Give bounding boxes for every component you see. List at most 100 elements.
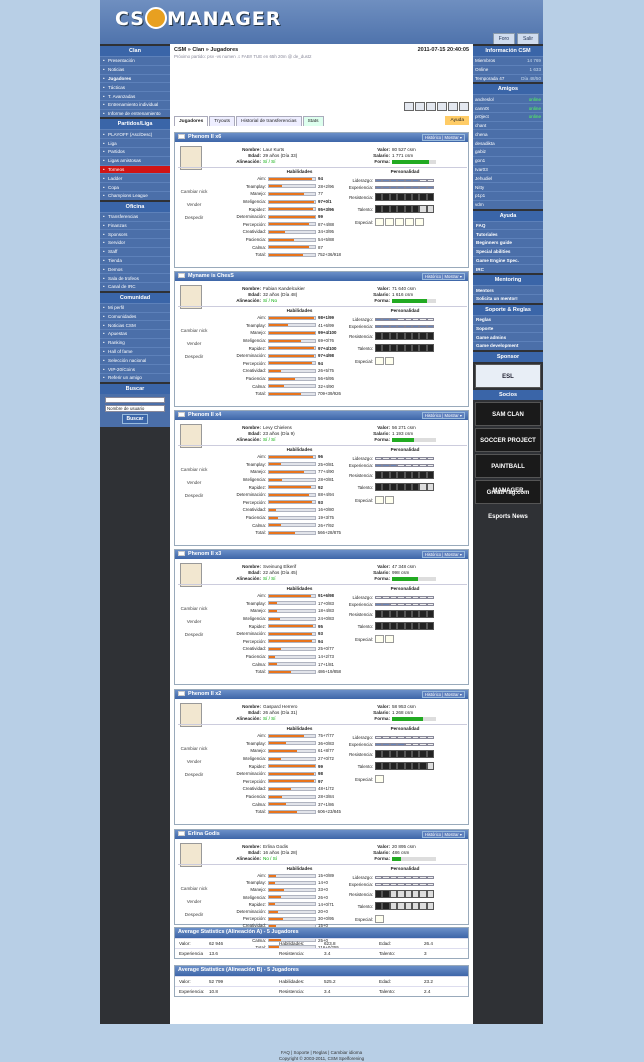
special-ability-icon[interactable] <box>375 635 384 643</box>
search-button[interactable]: Buscar <box>121 413 149 424</box>
action-vender[interactable]: Vender <box>177 759 211 766</box>
partner-banner[interactable]: PAINTBALL MANAGER <box>475 453 541 494</box>
nav-item-oficina[interactable]: Staff <box>100 246 170 256</box>
player-nick[interactable]: Phenom II x3 <box>188 551 221 557</box>
nav-item-partidos[interactable]: Partidos <box>100 147 170 156</box>
action-vender[interactable]: Vender <box>177 202 211 209</box>
link-soporte[interactable]: Reglas <box>473 314 543 324</box>
player-nick[interactable]: Myname is ChesS <box>188 273 234 279</box>
action-vender[interactable]: Vender <box>177 619 211 626</box>
link-soporte[interactable]: Game admins <box>473 332 543 342</box>
nav-item-comunidad[interactable]: Referir un amigo <box>100 373 170 382</box>
history-menu[interactable]: Histórico | Mostrar ▾ <box>421 691 465 698</box>
link-ayuda[interactable]: Special abilities <box>473 246 543 256</box>
nav-item-comunidad[interactable]: Mi perfil <box>100 302 170 312</box>
tab-historial[interactable]: Historial de transferencias <box>236 116 302 126</box>
tab-tryouts[interactable]: Tryouts <box>209 116 236 126</box>
grid-icon[interactable] <box>459 102 469 111</box>
special-ability-icon[interactable] <box>375 357 384 365</box>
nav-item-comunidad[interactable]: Hall of fame <box>100 346 170 356</box>
link-ayuda[interactable]: FAQ <box>473 220 543 230</box>
special-ability-icon[interactable] <box>385 496 394 504</box>
action-despedir[interactable]: Despedir <box>177 912 211 919</box>
special-ability-icon[interactable] <box>395 218 404 226</box>
history-menu[interactable]: Histórico | Mostrar ▾ <box>421 134 465 141</box>
action-vender[interactable]: Vender <box>177 480 211 487</box>
link-mentoring[interactable]: Mentors <box>473 285 543 294</box>
friend-item[interactable]: andreslol online <box>473 94 543 104</box>
nav-item-partidos[interactable]: Champions League <box>100 190 170 200</box>
nav-item-partidos[interactable]: Liga <box>100 138 170 148</box>
nav-item-partidos[interactable]: Torneos <box>100 164 170 174</box>
nav-item-comunidad[interactable]: Apuestas <box>100 329 170 338</box>
nav-item-clan[interactable]: Presentación <box>100 56 170 65</box>
link-mentoring[interactable]: Solicita un mentor! <box>473 293 543 303</box>
action-despedir[interactable]: Despedir <box>177 772 211 779</box>
special-ability-icon[interactable] <box>375 218 384 226</box>
friend-item[interactable]: Nitty <box>473 182 543 191</box>
special-ability-icon[interactable] <box>405 218 414 226</box>
action-cambiar[interactable]: Cambiar nick <box>177 467 211 474</box>
action-despedir[interactable]: Despedir <box>177 632 211 639</box>
player-nick[interactable]: Phenom II x6 <box>188 134 221 140</box>
special-ability-icon[interactable] <box>375 496 384 504</box>
next-match[interactable]: Próximo partido: psv -vs numen ♫ FAB!! T… <box>171 54 472 59</box>
action-despedir[interactable]: Despedir <box>177 493 211 500</box>
special-ability-icon[interactable] <box>385 635 394 643</box>
action-cambiar[interactable]: Cambiar nick <box>177 328 211 335</box>
action-cambiar[interactable]: Cambiar nick <box>177 606 211 613</box>
nav-item-comunidad[interactable]: Comunidades <box>100 311 170 321</box>
nav-item-partidos[interactable]: Ligas amistosas <box>100 155 170 165</box>
link-ayuda[interactable]: IRC <box>473 264 543 274</box>
camera-icon[interactable] <box>437 102 447 111</box>
ayuda-button[interactable]: Ayuda <box>445 116 469 125</box>
nav-item-oficina[interactable]: Canal de IRC <box>100 281 170 291</box>
mail-icon[interactable] <box>415 102 425 111</box>
link-ayuda[interactable]: Beginners guide <box>473 238 543 247</box>
search-input[interactable] <box>105 396 165 403</box>
sponsor-banner[interactable]: ESL <box>475 363 541 388</box>
nav-item-oficina[interactable]: Sponsors <box>100 229 170 239</box>
special-ability-icon[interactable] <box>415 218 424 226</box>
player-nick[interactable]: Phenom II x4 <box>188 412 221 418</box>
action-cambiar[interactable]: Cambiar nick <box>177 189 211 196</box>
action-vender[interactable]: Vender <box>177 899 211 906</box>
logo[interactable]: CS MANAGER <box>115 6 281 31</box>
action-despedir[interactable]: Despedir <box>177 215 211 222</box>
nav-item-comunidad[interactable]: VIP-20/Coins <box>100 364 170 373</box>
nav-item-partidos[interactable]: PLAYOFF (Asc/Desc) <box>100 129 170 139</box>
friend-item[interactable]: Jehudiel <box>473 173 543 183</box>
partner-banner[interactable]: GreatFrag.com Esports News <box>475 479 541 520</box>
list-icon[interactable] <box>448 102 458 111</box>
nav-item-oficina[interactable]: Finanzas <box>100 220 170 230</box>
player-nick[interactable]: Phenom II x2 <box>188 691 221 697</box>
nav-item-oficina[interactable]: Servidor <box>100 238 170 247</box>
nav-item-clan[interactable]: Entrenamiento individual <box>100 99 170 109</box>
history-menu[interactable]: Histórico | Mostrar ▾ <box>421 412 465 419</box>
link-soporte[interactable]: Game development <box>473 341 543 350</box>
nav-item-comunidad[interactable]: Noticias CSM <box>100 320 170 330</box>
tab-jugadores[interactable]: Jugadores <box>174 116 209 126</box>
friend-item[interactable]: chena <box>473 129 543 139</box>
nav-item-partidos[interactable]: Copa <box>100 182 170 191</box>
partner-banner[interactable]: SOCCER PROJECT <box>475 427 541 452</box>
nav-item-oficina[interactable]: Transferencias <box>100 211 170 221</box>
nav-item-clan[interactable]: Informe de entrenamiento <box>100 108 170 118</box>
search-type-select[interactable]: Nombre de usuario <box>105 404 165 412</box>
nav-item-clan[interactable]: Noticias <box>100 64 170 74</box>
tab-stats[interactable]: Stats <box>302 116 324 126</box>
nav-item-oficina[interactable]: Sala de trofeos <box>100 273 170 282</box>
link-ayuda[interactable]: Tutoriales <box>473 229 543 239</box>
nav-item-comunidad[interactable]: Selección nacional <box>100 355 170 365</box>
nav-item-clan[interactable]: Jugadores <box>100 73 170 83</box>
history-menu[interactable]: Histórico | Mostrar ▾ <box>421 831 465 838</box>
history-menu[interactable]: Histórico | Mostrar ▾ <box>421 551 465 558</box>
nav-item-oficina[interactable]: Demos <box>100 264 170 274</box>
action-vender[interactable]: Vender <box>177 341 211 348</box>
friend-item[interactable]: chant <box>473 120 543 130</box>
special-ability-icon[interactable] <box>375 915 384 923</box>
friend-item[interactable]: vdm <box>473 199 543 209</box>
friend-item[interactable]: pr0ject online <box>473 111 543 121</box>
nav-item-clan[interactable]: T. Avanzadas <box>100 91 170 100</box>
action-cambiar[interactable]: Cambiar nick <box>177 746 211 753</box>
